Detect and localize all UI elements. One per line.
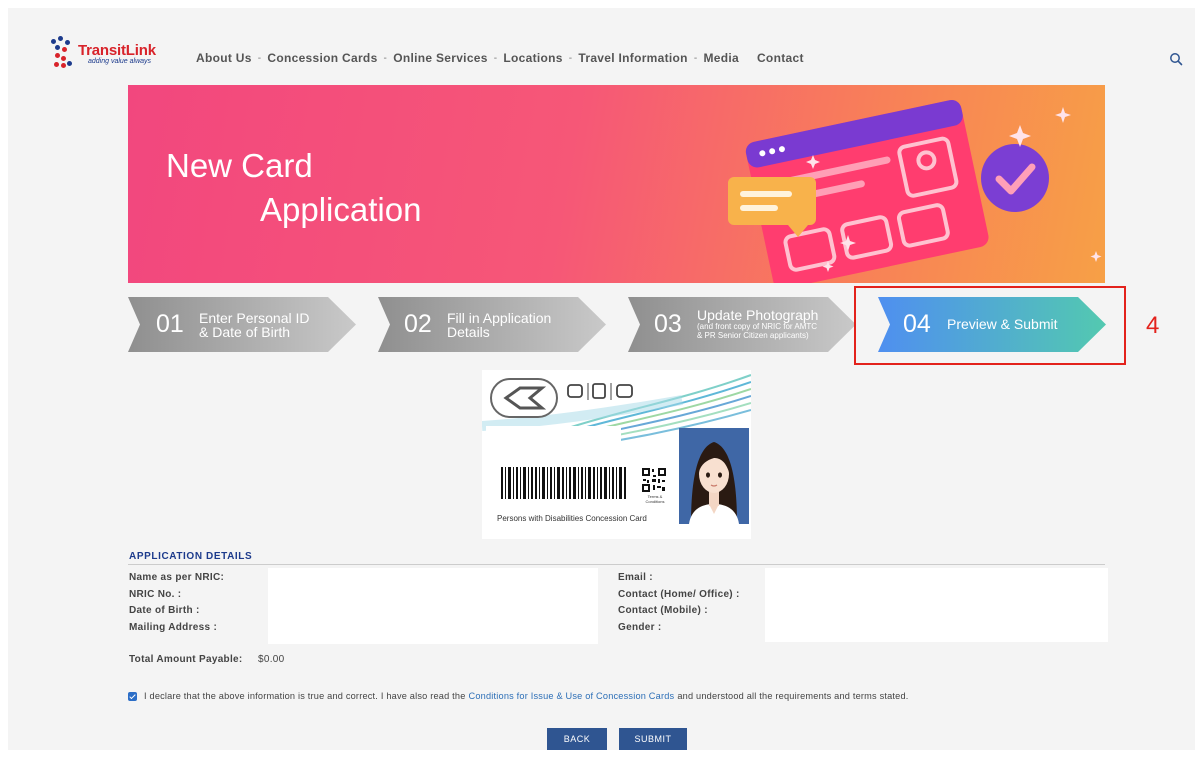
step-label-line3: & PR Senior Citizen applicants) (697, 331, 809, 340)
nav-dropdown-indicator: - (383, 52, 388, 64)
bus-train-icons (567, 383, 633, 400)
nav-media[interactable]: Media (703, 51, 739, 65)
active-step-highlight (854, 286, 1126, 365)
step-label: Update Photograph (and front copy of NRI… (697, 308, 818, 340)
nav-dropdown-indicator: - (493, 52, 498, 64)
declaration-text-before: I declare that the above information is … (144, 691, 466, 701)
nav-dropdown-indicator: - (257, 52, 262, 64)
step-number: 03 (654, 310, 682, 338)
logo-tagline: adding value always (88, 58, 152, 65)
nav-online-services[interactable]: Online Services (393, 51, 488, 65)
concession-card-preview: Terms & Conditions Persons with Disabili… (482, 370, 751, 539)
declaration-checkbox[interactable] (128, 691, 137, 701)
card-photo (679, 428, 749, 524)
nav-dropdown-indicator: - (568, 52, 573, 64)
step-label: Fill in Application Details (447, 311, 551, 339)
transitlink-logo[interactable]: TransitLink adding value always (45, 36, 175, 72)
step-01-enter-personal-id: 01 Enter Personal ID & Date of Birth (128, 297, 356, 352)
nav-travel-information[interactable]: Travel Information (578, 51, 687, 65)
label-email: Email : (618, 572, 653, 583)
label-total-amount-payable: Total Amount Payable: (129, 654, 243, 665)
card-type-caption: Persons with Disabilities Concession Car… (497, 514, 647, 523)
label-date-of-birth: Date of Birth : (129, 605, 200, 616)
conditions-link[interactable]: Conditions for Issue & Use of Concession… (469, 691, 675, 701)
label-nric-no: NRIC No. : (129, 589, 182, 600)
submit-button[interactable]: SUBMIT (619, 728, 687, 750)
declaration-text-after: and understood all the requirements and … (677, 691, 909, 701)
logo-mark-icon (45, 36, 75, 70)
step-label-line1: Update Photograph (697, 307, 819, 323)
label-gender: Gender : (618, 622, 662, 633)
label-contact-home-office: Contact (Home/ Office) : (618, 589, 740, 600)
hero-banner: New Card Application (128, 85, 1105, 283)
step-label-line2: (and front copy of NRIC for AMTC (697, 322, 818, 331)
back-button[interactable]: BACK (547, 728, 607, 750)
step-number: 01 (156, 310, 184, 338)
nav-contact[interactable]: Contact (757, 51, 804, 65)
banner-title-line1: New Card (166, 147, 313, 184)
label-name-as-per-nric: Name as per NRIC: (129, 572, 225, 583)
nav-dropdown-indicator: - (693, 52, 698, 64)
step-03-update-photograph: 03 Update Photograph (and front copy of … (628, 297, 856, 352)
step-label-line1: Enter Personal ID (199, 310, 310, 326)
avatar-portrait-icon (689, 442, 739, 524)
banner-title-line2: Application (260, 191, 422, 228)
step-label: Enter Personal ID & Date of Birth (199, 311, 310, 339)
main-nav: About Us - Concession Cards - Online Ser… (196, 51, 804, 65)
declaration-row: I declare that the above information is … (128, 691, 909, 701)
card-qr-code (641, 467, 667, 493)
logo-word-transit: Transit (78, 42, 126, 59)
logo-word-link: Link (125, 42, 156, 59)
nav-locations[interactable]: Locations (503, 51, 562, 65)
application-details-heading: APPLICATION DETAILS (129, 551, 253, 562)
step-label-line1: Fill in Application (447, 310, 552, 326)
step-label-line2: & Date of Birth (199, 324, 291, 340)
step-number: 02 (404, 310, 432, 338)
total-amount-value: $0.00 (258, 654, 285, 665)
nav-about-us[interactable]: About Us (196, 51, 252, 65)
logo-wordmark: TransitLink (78, 42, 156, 59)
card-transit-logo (490, 378, 558, 418)
details-divider (128, 564, 1105, 565)
label-contact-mobile: Contact (Mobile) : (618, 605, 708, 616)
step-annotation-number: 4 (1146, 312, 1160, 339)
nav-concession-cards[interactable]: Concession Cards (267, 51, 377, 65)
card-terms-label: Terms & Conditions (645, 494, 665, 504)
card-barcode (501, 467, 626, 499)
application-form-illustration (728, 100, 1102, 283)
step-label-line2: Details (447, 324, 490, 340)
label-mailing-address: Mailing Address : (129, 622, 218, 633)
contact-values-redacted (765, 568, 1108, 642)
step-02-fill-in-details: 02 Fill in Application Details (378, 297, 606, 352)
search-icon[interactable] (1169, 52, 1183, 66)
card-name-redacted (486, 426, 621, 451)
personal-values-redacted (268, 568, 598, 644)
